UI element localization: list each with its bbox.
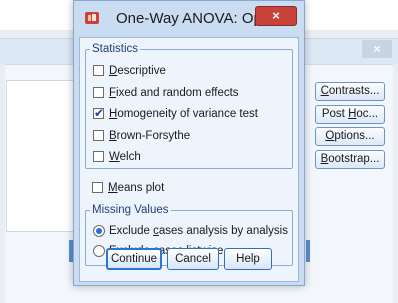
help-button[interactable]: Help bbox=[224, 248, 272, 270]
dialog-body: Statistics Descriptive Fixed and random … bbox=[79, 37, 299, 282]
brown-forsythe-label: Brown-Forsythe bbox=[109, 130, 191, 142]
radio-dot-icon bbox=[96, 228, 102, 234]
parent-close-button[interactable]: × bbox=[362, 40, 392, 58]
post-hoc-button[interactable]: Post Hoc... bbox=[315, 105, 385, 124]
radio-button[interactable] bbox=[93, 245, 105, 257]
spss-app-icon bbox=[84, 10, 100, 26]
homogeneity-of-variance-label: Homogeneity of variance test bbox=[109, 108, 258, 120]
parent-button-edge-right bbox=[306, 240, 310, 262]
statistics-legend: Statistics bbox=[90, 42, 141, 56]
options-button[interactable]: Options... bbox=[315, 127, 385, 146]
cancel-button[interactable]: Cancel bbox=[167, 248, 219, 270]
continue-button[interactable]: Continue bbox=[106, 248, 162, 270]
checkbox-box[interactable] bbox=[92, 182, 103, 193]
missing-values-legend: Missing Values bbox=[90, 203, 171, 217]
welch-label: Welch bbox=[109, 151, 141, 163]
radio-button-selected[interactable] bbox=[93, 225, 105, 237]
checkbox-box-checked[interactable]: ✔ bbox=[93, 106, 105, 120]
options-dialog: One-Way ANOVA: Options × Statistics Desc… bbox=[73, 0, 305, 286]
checkbox-box[interactable] bbox=[93, 65, 104, 76]
statistics-group: Statistics Descriptive Fixed and random … bbox=[85, 42, 293, 169]
checkmark-icon: ✔ bbox=[94, 106, 105, 120]
exclude-analysis-by-analysis-label: Exclude cases analysis by analysis bbox=[109, 225, 288, 237]
checkbox-box[interactable] bbox=[93, 151, 104, 162]
close-icon[interactable]: × bbox=[255, 6, 297, 26]
fixed-random-effects-label: Fixed and random effects bbox=[109, 87, 239, 99]
dialog-titlebar[interactable]: One-Way ANOVA: Options × bbox=[74, 1, 304, 35]
descriptive-label: Descriptive bbox=[109, 65, 166, 77]
contrasts-button[interactable]: Contrasts... bbox=[315, 82, 385, 101]
means-plot-label: Means plot bbox=[108, 182, 165, 194]
checkbox-box[interactable] bbox=[93, 130, 104, 141]
bootstrap-button[interactable]: Bootstrap... bbox=[315, 150, 385, 169]
checkbox-box[interactable] bbox=[93, 87, 104, 98]
parent-variable-list bbox=[6, 80, 74, 232]
